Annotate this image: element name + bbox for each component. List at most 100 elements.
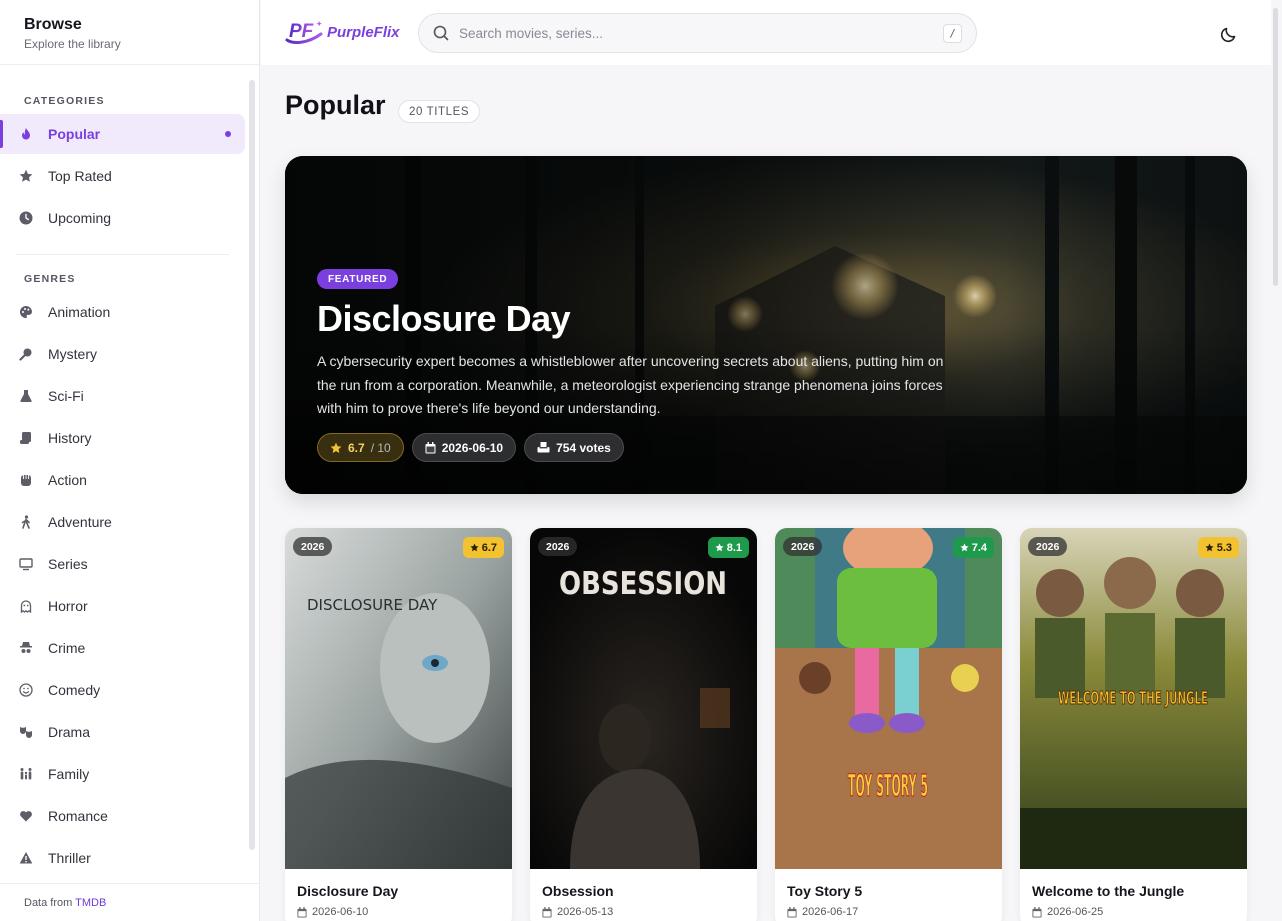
featured-hero[interactable]: FEATURED Disclosure Day A cybersecurity …	[285, 156, 1247, 494]
hero-votes-chip: 754 votes	[524, 433, 624, 462]
hero-title[interactable]: Disclosure Day	[317, 298, 571, 340]
rating-badge: 8.1	[707, 537, 749, 558]
movie-poster-image: WELCOME TO THE JUNGLE	[1020, 528, 1247, 869]
sidebar-item-animation[interactable]: Animation	[0, 292, 245, 332]
genres-heading: GENRES	[24, 273, 76, 285]
masks-icon	[18, 724, 34, 740]
sidebar-item-comedy[interactable]: Comedy	[0, 670, 245, 710]
genres-list: Animation Mystery Sci-Fi History Action …	[0, 292, 259, 878]
sidebar-item-label: Comedy	[48, 682, 101, 698]
year-badge: 2026	[293, 537, 333, 556]
warning-icon	[18, 850, 34, 866]
calendar-icon	[425, 441, 436, 453]
rating-value: 8.1	[726, 541, 742, 554]
movie-poster-image: OBSESSION	[530, 528, 757, 869]
tmdb-link[interactable]: TMDB	[75, 897, 106, 909]
sidebar-item-family[interactable]: Family	[0, 754, 245, 794]
release-date: 2026-06-10	[297, 906, 368, 918]
sidebar-item-horror[interactable]: Horror	[0, 586, 245, 626]
release-date-value: 2026-06-10	[312, 906, 369, 918]
hero-rating-value: 6.7	[348, 440, 365, 455]
poster-title-text: DISCLOSURE DAY	[307, 596, 438, 614]
sidebar-item-drama[interactable]: Drama	[0, 712, 245, 752]
sidebar-item-top-rated[interactable]: Top Rated	[0, 156, 245, 196]
star-icon	[18, 168, 34, 184]
search-bar[interactable]: /	[418, 13, 977, 53]
logo-mark-text: PF	[289, 21, 315, 42]
star-icon	[715, 543, 724, 552]
fist-icon	[18, 472, 34, 488]
featured-badge: FEATURED	[317, 269, 399, 289]
movie-title[interactable]: Welcome to the Jungle	[1032, 883, 1184, 899]
sidebar-subtitle: Explore the library	[24, 37, 121, 51]
sidebar-item-adventure[interactable]: Adventure	[0, 502, 245, 542]
page-title: Popular	[285, 90, 386, 120]
theme-toggle-button[interactable]	[1216, 22, 1240, 46]
calendar-icon	[542, 906, 552, 917]
sidebar-item-label: Action	[48, 472, 87, 488]
sidebar-header: Browse Explore the library	[0, 0, 259, 65]
movie-title[interactable]: Disclosure Day	[297, 883, 398, 899]
palette-icon	[18, 304, 34, 320]
sidebar-item-popular[interactable]: Popular	[0, 114, 245, 154]
movie-card[interactable]: DISCLOSURE DAY 2026 6.7 Disclosure Day 2…	[285, 528, 512, 921]
calendar-icon	[1032, 906, 1042, 917]
poster-title-text: OBSESSION	[559, 566, 727, 602]
hiker-icon	[18, 514, 34, 530]
people-icon	[18, 766, 34, 782]
year-badge: 2026	[1028, 537, 1068, 556]
sidebar-item-romance[interactable]: Romance	[0, 796, 245, 836]
sidebar-footer: Data from TMDB	[0, 883, 260, 921]
poster-title-text: TOY STORY 5	[848, 769, 928, 804]
movie-card[interactable]: OBSESSION 2026 8.1 Obsession 2026-05-13	[530, 528, 757, 921]
movie-title[interactable]: Obsession	[542, 883, 614, 899]
star-icon	[470, 543, 479, 552]
categories-heading: CATEGORIES	[24, 95, 105, 107]
sidebar-item-mystery[interactable]: Mystery	[0, 334, 245, 374]
release-date: 2026-05-13	[542, 906, 613, 918]
sidebar-item-label: Drama	[48, 724, 91, 740]
release-date-value: 2026-05-13	[557, 906, 614, 918]
sidebar-scrollbar[interactable]	[249, 80, 255, 850]
search-input[interactable]	[459, 25, 929, 41]
search-icon	[433, 25, 449, 41]
logo-mark-icon: PF	[285, 21, 323, 44]
sidebar-item-label: Thriller	[48, 850, 91, 866]
sidebar-item-crime[interactable]: Crime	[0, 628, 245, 668]
sidebar-item-thriller[interactable]: Thriller	[0, 838, 245, 878]
hero-date: 2026-06-10	[441, 440, 504, 455]
flame-icon	[18, 126, 34, 142]
star-icon	[1205, 543, 1214, 552]
sidebar-item-upcoming[interactable]: Upcoming	[0, 198, 245, 238]
sidebar-item-action[interactable]: Action	[0, 460, 245, 500]
logo[interactable]: PF PurpleFlix	[285, 17, 400, 47]
sidebar-item-label: Horror	[48, 598, 88, 614]
sidebar-item-label: Series	[48, 556, 88, 572]
page-scrollbar[interactable]	[1273, 8, 1278, 286]
sidebar-item-sci-fi[interactable]: Sci-Fi	[0, 376, 245, 416]
sidebar-item-label: Crime	[48, 640, 86, 656]
active-indicator-dot	[225, 131, 231, 137]
sidebar: Browse Explore the library CATEGORIES Po…	[0, 0, 260, 921]
rating-badge: 6.7	[462, 537, 504, 558]
sidebar-item-label: Family	[48, 766, 90, 782]
categories-list: Popular Top Rated Upcoming	[0, 114, 259, 238]
movie-card[interactable]: TOY STORY 5 2026 7.4 Toy Story 5 2026-06…	[775, 528, 1002, 921]
movie-title[interactable]: Toy Story 5	[787, 883, 862, 899]
sidebar-item-label: Romance	[48, 808, 108, 824]
calendar-icon	[297, 906, 307, 917]
sidebar-item-label: Upcoming	[48, 210, 112, 226]
hero-rating-chip: 6.7 / 10	[317, 433, 404, 462]
year-badge: 2026	[538, 537, 578, 556]
sidebar-item-label: Sci-Fi	[48, 388, 84, 404]
sidebar-item-series[interactable]: Series	[0, 544, 245, 584]
hero-rating-max: / 10	[370, 440, 391, 455]
footer-prefix: Data from	[24, 897, 73, 909]
movie-poster-image: DISCLOSURE DAY	[285, 528, 512, 869]
release-date-value: 2026-06-25	[1047, 906, 1104, 918]
movie-card[interactable]: WELCOME TO THE JUNGLE 2026 5.3 Welcome t…	[1020, 528, 1247, 921]
poster-title-text: WELCOME TO THE JUNGLE	[1058, 688, 1208, 709]
release-date: 2026-06-17	[787, 906, 858, 918]
movie-poster-image: TOY STORY 5	[775, 528, 1002, 869]
sidebar-item-history[interactable]: History	[0, 418, 245, 458]
